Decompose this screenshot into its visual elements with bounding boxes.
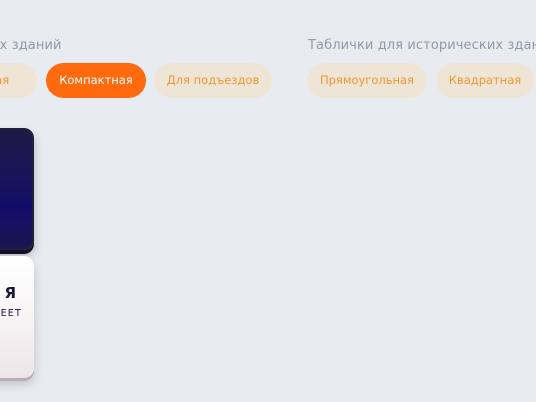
plate-main-text: Я — [4, 284, 16, 302]
sign-type-selector: еменных зданий Таблички для исторических… — [0, 0, 536, 402]
historic-buildings-group-title: Таблички для исторических зданий — [308, 38, 536, 53]
option-modern-partial[interactable]: лая — [0, 63, 37, 98]
option-rectangular[interactable]: Прямоугольная — [307, 63, 427, 98]
plate-preview-dark — [0, 128, 34, 250]
option-compact[interactable]: Компактная — [46, 63, 146, 98]
modern-buildings-group-title: еменных зданий — [0, 38, 62, 53]
plate-sub-text: REET — [0, 308, 22, 319]
plate-preview-light: Я REET — [0, 256, 34, 378]
option-square[interactable]: Квадратная — [436, 63, 534, 98]
option-entrance[interactable]: Для подъездов — [154, 63, 272, 98]
